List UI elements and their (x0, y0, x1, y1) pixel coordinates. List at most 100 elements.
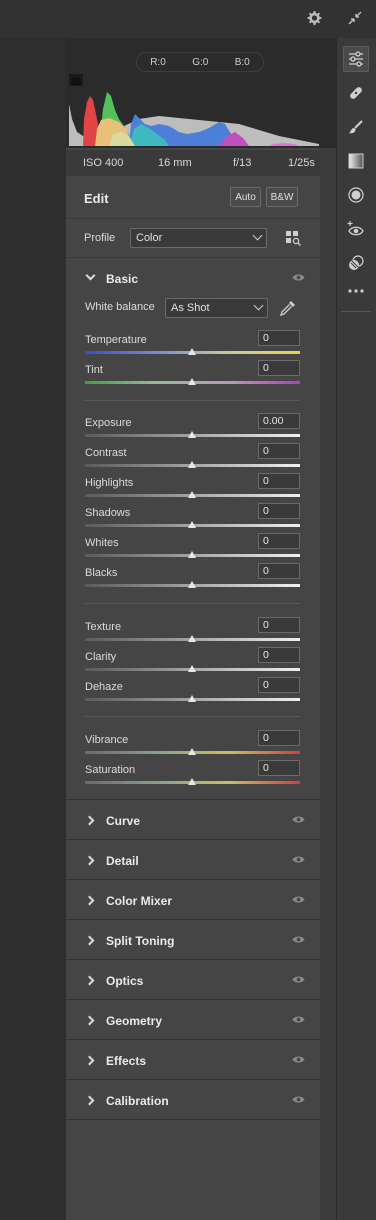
effects-section-header[interactable]: Effects (66, 1042, 320, 1080)
slider-thumb[interactable] (188, 778, 196, 785)
panel-empty-area (66, 1120, 320, 1220)
blue-readout: B:0 (234, 56, 250, 68)
graduated-filter-icon[interactable] (343, 148, 369, 174)
radial-filter-icon[interactable] (343, 182, 369, 208)
collapse-icon[interactable] (346, 9, 364, 27)
slider-value-input[interactable]: 0 (258, 503, 300, 519)
curve-section-header[interactable]: Curve (66, 802, 320, 840)
chevron-down-icon (252, 230, 263, 241)
color-mixer-section-header[interactable]: Color Mixer (66, 882, 320, 920)
section-title: Curve (106, 814, 141, 828)
focal-length-value: 16 mm (158, 157, 192, 169)
slider-value-input[interactable]: 0 (258, 330, 300, 346)
slider-thumb[interactable] (188, 551, 196, 558)
edit-header: Edit Auto B&W (66, 179, 320, 219)
slider-label: Shadows (85, 507, 131, 519)
blacks-slider[interactable]: Blacks 0 (66, 563, 320, 597)
eyedropper-icon[interactable] (279, 299, 297, 317)
eye-icon[interactable] (292, 1095, 305, 1104)
eye-icon[interactable] (292, 895, 305, 904)
brush-icon[interactable] (343, 114, 369, 140)
optics-section-header[interactable]: Optics (66, 962, 320, 1000)
eye-icon[interactable] (292, 855, 305, 864)
slider-thumb[interactable] (188, 521, 196, 528)
basic-title: Basic (106, 272, 139, 286)
profile-select-value: Color (136, 232, 163, 244)
slider-thumb[interactable] (188, 748, 196, 755)
green-readout: G:0 (192, 56, 209, 68)
slider-value-input[interactable]: 0 (258, 360, 300, 376)
profile-browser-icon[interactable] (285, 230, 301, 246)
slider-label: Dehaze (85, 681, 123, 693)
iso-value: ISO 400 (83, 157, 124, 169)
section-title: Color Mixer (106, 894, 173, 908)
detail-section-header[interactable]: Detail (66, 842, 320, 880)
calibration-section-header[interactable]: Calibration (66, 1082, 320, 1120)
slider-label: Whites (85, 537, 119, 549)
eye-icon[interactable] (292, 273, 305, 282)
split-toning-section-header[interactable]: Split Toning (66, 922, 320, 960)
slider-thumb[interactable] (188, 378, 196, 385)
histogram-graph (69, 92, 319, 146)
white-balance-label: White balance (85, 301, 155, 313)
auto-button[interactable]: Auto (230, 187, 261, 207)
bw-button[interactable]: B&W (266, 187, 298, 207)
slider-label: Clarity (85, 651, 117, 663)
divider (85, 603, 300, 604)
slider-thumb[interactable] (188, 431, 196, 438)
slider-value-input[interactable]: 0 (258, 730, 300, 746)
top-bar (0, 0, 376, 38)
slider-thumb[interactable] (188, 635, 196, 642)
tint-slider[interactable]: Tint 0 (66, 360, 320, 394)
slider-value-input[interactable]: 0.00 (258, 413, 300, 429)
rgb-readout: R:0 G:0 B:0 (136, 52, 264, 72)
slider-value-input[interactable]: 0 (258, 647, 300, 663)
slider-label: Contrast (85, 447, 127, 459)
slider-value-input[interactable]: 0 (258, 533, 300, 549)
slider-label: Exposure (85, 417, 132, 429)
slider-value-input[interactable]: 0 (258, 617, 300, 633)
slider-value-input[interactable]: 0 (258, 760, 300, 776)
white-balance-select[interactable]: As Shot (165, 298, 268, 318)
slider-value-input[interactable]: 0 (258, 677, 300, 693)
slider-thumb[interactable] (188, 461, 196, 468)
healing-icon[interactable] (343, 80, 369, 106)
geometry-section-header[interactable]: Geometry (66, 1002, 320, 1040)
saturation-slider[interactable]: Saturation 0 (66, 760, 320, 794)
slider-thumb[interactable] (188, 581, 196, 588)
chevron-right-icon (84, 1055, 95, 1066)
basic-section-header[interactable]: Basic (66, 260, 320, 298)
slider-label: Vibrance (85, 734, 129, 746)
histogram: R:0 G:0 B:0 (66, 38, 336, 148)
slider-value-input[interactable]: 0 (258, 443, 300, 459)
aperture-value: f/13 (233, 157, 252, 169)
presets-icon[interactable] (343, 250, 369, 276)
chevron-right-icon (84, 1095, 95, 1106)
eye-icon[interactable] (292, 815, 305, 824)
shutter-value: 1/25s (288, 157, 315, 169)
red-eye-icon[interactable] (343, 216, 369, 242)
chevron-right-icon (84, 935, 95, 946)
chevron-right-icon (84, 975, 95, 986)
slider-thumb[interactable] (188, 695, 196, 702)
slider-thumb[interactable] (188, 665, 196, 672)
section-title: Calibration (106, 1094, 169, 1108)
more-icon[interactable] (343, 278, 369, 304)
edit-sliders-icon[interactable] (343, 46, 369, 72)
chevron-right-icon (84, 815, 95, 826)
basic-section: Basic White balance As Shot Temperature … (66, 260, 320, 800)
chevron-right-icon (84, 855, 95, 866)
eye-icon[interactable] (292, 1055, 305, 1064)
eye-icon[interactable] (292, 975, 305, 984)
slider-value-input[interactable]: 0 (258, 563, 300, 579)
slider-label: Highlights (85, 477, 134, 489)
slider-value-input[interactable]: 0 (258, 473, 300, 489)
eye-icon[interactable] (292, 1015, 305, 1024)
eye-icon[interactable] (292, 935, 305, 944)
profile-select[interactable]: Color (130, 228, 267, 248)
dehaze-slider[interactable]: Dehaze 0 (66, 677, 320, 711)
slider-thumb[interactable] (188, 348, 196, 355)
red-readout: R:0 (150, 56, 166, 68)
gear-icon[interactable] (305, 9, 323, 27)
slider-thumb[interactable] (188, 491, 196, 498)
